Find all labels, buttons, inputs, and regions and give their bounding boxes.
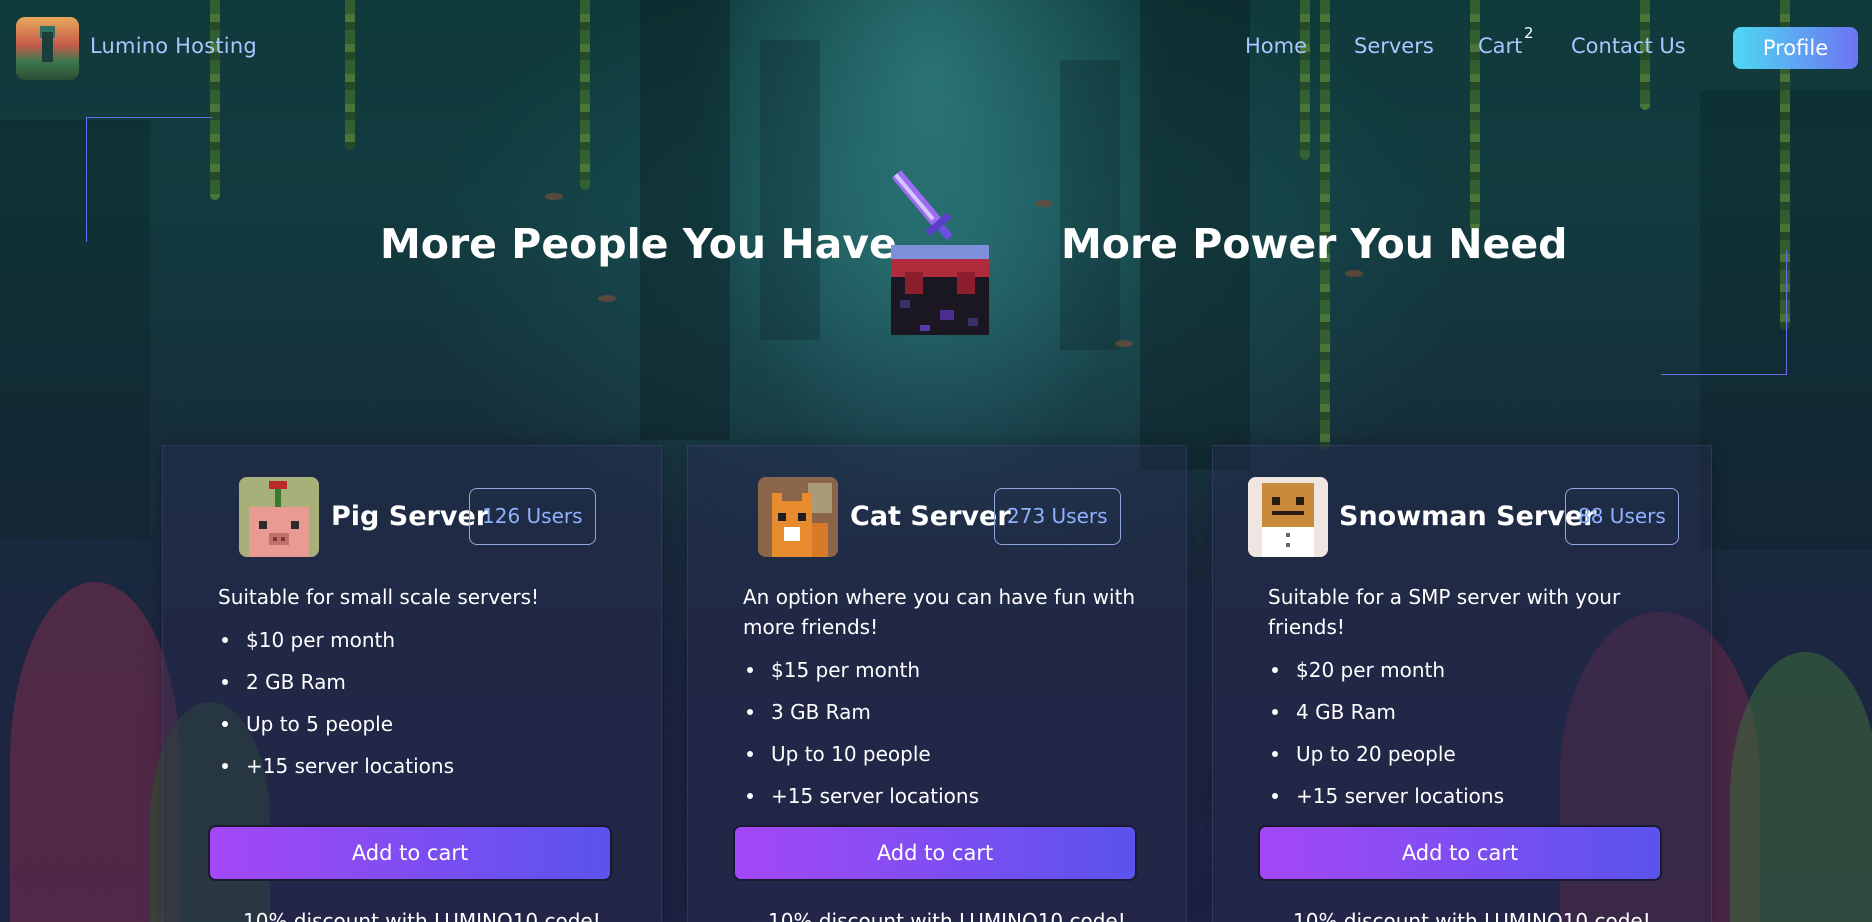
plan-title: Cat Server bbox=[850, 501, 1011, 532]
nav-link-contact[interactable]: Contact Us bbox=[1571, 34, 1686, 58]
nav-link-cart[interactable]: Cart bbox=[1478, 34, 1522, 58]
navbar: Lumino Hosting Home Servers Cart 2 Conta… bbox=[0, 0, 1872, 96]
feature-ram: 2 GB Ram bbox=[218, 661, 618, 703]
feature-capacity: Up to 20 people bbox=[1268, 733, 1668, 775]
feature-ram: 4 GB Ram bbox=[1268, 691, 1668, 733]
hero-headline-left: More People You Have bbox=[380, 220, 897, 268]
hero-headline-right: More Power You Need bbox=[1061, 220, 1568, 268]
nav-link-servers[interactable]: Servers bbox=[1354, 34, 1434, 58]
hero-corner-decoration bbox=[1661, 250, 1787, 375]
plan-card-cat: Cat Server 273 Users An option where you… bbox=[687, 445, 1187, 922]
profile-button[interactable]: Profile bbox=[1733, 27, 1858, 69]
plan-description: An option where you can have fun with mo… bbox=[743, 585, 1136, 639]
feature-capacity: Up to 5 people bbox=[218, 703, 618, 745]
user-count-badge: 88 Users bbox=[1565, 488, 1679, 545]
plan-card-pig: Pig Server 126 Users Suitable for small … bbox=[162, 445, 662, 922]
feature-price: $20 per month bbox=[1268, 649, 1668, 691]
cat-icon bbox=[758, 477, 838, 557]
add-to-cart-button[interactable]: Add to cart bbox=[208, 825, 612, 881]
user-count-badge: 126 Users bbox=[469, 488, 596, 545]
feature-price: $15 per month bbox=[743, 649, 1143, 691]
discount-note: 10% discount with LUMINO10 code! bbox=[1293, 909, 1651, 922]
plan-title: Snowman Server bbox=[1339, 501, 1597, 532]
nav-link-home[interactable]: Home bbox=[1245, 34, 1307, 58]
feature-capacity: Up to 10 people bbox=[743, 733, 1143, 775]
feature-locations: +15 server locations bbox=[1268, 775, 1668, 817]
user-count-badge: 273 Users bbox=[994, 488, 1121, 545]
add-to-cart-button[interactable]: Add to cart bbox=[1258, 825, 1662, 881]
discount-note: 10% discount with LUMINO10 code! bbox=[768, 909, 1126, 922]
plan-title: Pig Server bbox=[331, 501, 490, 532]
feature-locations: +15 server locations bbox=[218, 745, 618, 787]
feature-list: $10 per month 2 GB Ram Up to 5 people +1… bbox=[218, 619, 618, 787]
brand-name[interactable]: Lumino Hosting bbox=[90, 34, 257, 58]
pig-icon bbox=[239, 477, 319, 557]
logo[interactable] bbox=[16, 17, 79, 80]
discount-note: 10% discount with LUMINO10 code! bbox=[243, 909, 601, 922]
feature-list: $15 per month 3 GB Ram Up to 10 people +… bbox=[743, 649, 1143, 817]
feature-locations: +15 server locations bbox=[743, 775, 1143, 817]
sword-block-icon bbox=[880, 160, 1000, 340]
add-to-cart-button[interactable]: Add to cart bbox=[733, 825, 1137, 881]
snowman-icon bbox=[1248, 477, 1328, 557]
feature-list: $20 per month 4 GB Ram Up to 20 people +… bbox=[1268, 649, 1668, 817]
hero-corner-decoration bbox=[86, 117, 212, 242]
cart-count-badge: 2 bbox=[1524, 24, 1534, 42]
feature-ram: 3 GB Ram bbox=[743, 691, 1143, 733]
feature-price: $10 per month bbox=[218, 619, 618, 661]
plan-description: Suitable for a SMP server with your frie… bbox=[1268, 585, 1621, 639]
plan-description: Suitable for small scale servers! bbox=[218, 585, 540, 609]
plan-card-snowman: Snowman Server 88 Users Suitable for a S… bbox=[1212, 445, 1712, 922]
